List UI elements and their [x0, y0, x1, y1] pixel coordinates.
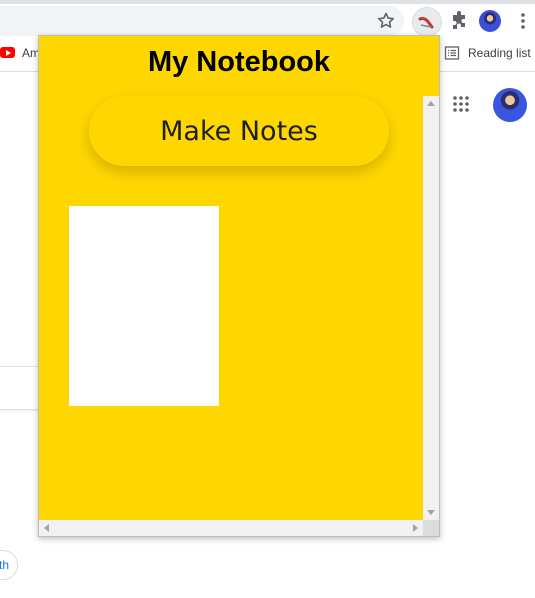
popup-title: My Notebook — [147, 46, 331, 78]
reading-list-icon[interactable] — [444, 45, 460, 61]
tab-strip — [0, 0, 535, 4]
extension-icon — [418, 17, 434, 29]
horizontal-scrollbar[interactable] — [39, 520, 423, 536]
page-search-button-label: th — [0, 558, 10, 572]
page-account-avatar[interactable] — [493, 88, 527, 122]
reading-list-label[interactable]: Reading list — [468, 46, 531, 60]
youtube-icon[interactable] — [0, 47, 15, 58]
address-bar[interactable] — [0, 6, 404, 36]
note-card[interactable] — [69, 206, 219, 406]
scroll-right-icon[interactable] — [413, 524, 418, 532]
extension-popup: My Notebook Make Notes — [38, 35, 440, 537]
apps-icon[interactable] — [452, 95, 470, 113]
scroll-up-icon[interactable] — [427, 101, 435, 106]
scroll-left-icon[interactable] — [44, 524, 49, 532]
menu-icon[interactable] — [513, 11, 533, 31]
scrollbar-corner — [423, 520, 439, 536]
page-search-button[interactable]: th — [0, 550, 18, 580]
scroll-down-icon[interactable] — [427, 510, 435, 515]
make-notes-button[interactable]: Make Notes — [89, 96, 389, 166]
profile-avatar[interactable] — [479, 10, 501, 32]
puzzle-icon[interactable] — [447, 9, 471, 33]
vertical-scrollbar[interactable] — [423, 96, 439, 520]
star-icon[interactable] — [374, 9, 398, 33]
notebook-extension-button[interactable] — [412, 7, 442, 37]
